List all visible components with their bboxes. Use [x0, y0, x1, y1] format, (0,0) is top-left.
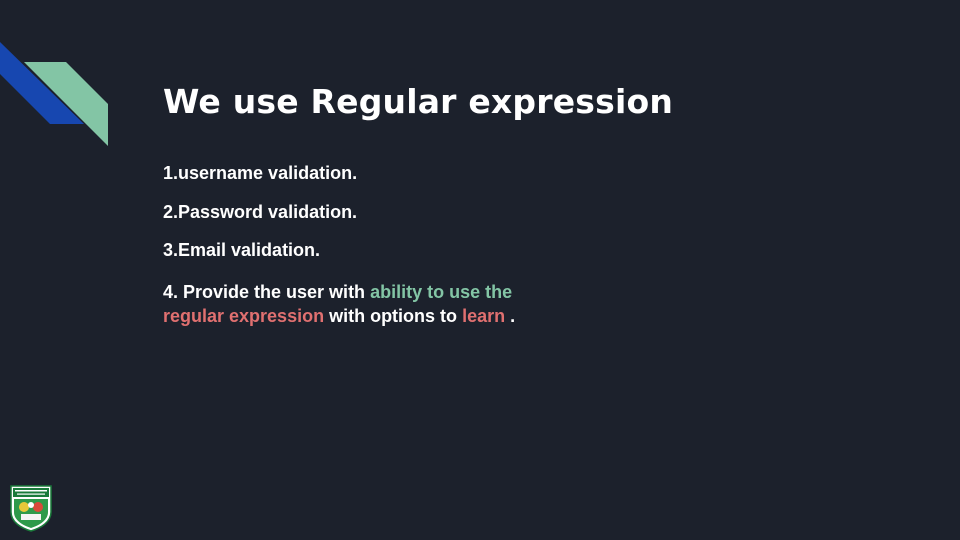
- list-item-password: 2.Password validation.: [163, 202, 358, 222]
- item4-middle: with options to: [324, 306, 463, 326]
- slide: We use Regular expression 1.username val…: [0, 0, 960, 540]
- item4-highlight-learn: learn: [462, 306, 506, 326]
- slide-title: We use Regular expression: [163, 82, 674, 121]
- corner-stripes-icon: [0, 42, 108, 146]
- list-item-username: 1.username validation.: [163, 163, 358, 183]
- list-item-provide: 4. Provide the user with ability to use …: [163, 280, 583, 328]
- item4-prefix: 4. Provide the user with: [163, 282, 371, 302]
- item4-suffix: .: [505, 306, 516, 326]
- university-logo: [10, 485, 52, 532]
- item4-highlight-regex: regular expression: [163, 306, 325, 326]
- list-item-email: 3.Email validation.: [163, 240, 321, 260]
- item4-highlight-ability: ability to use the: [370, 282, 513, 302]
